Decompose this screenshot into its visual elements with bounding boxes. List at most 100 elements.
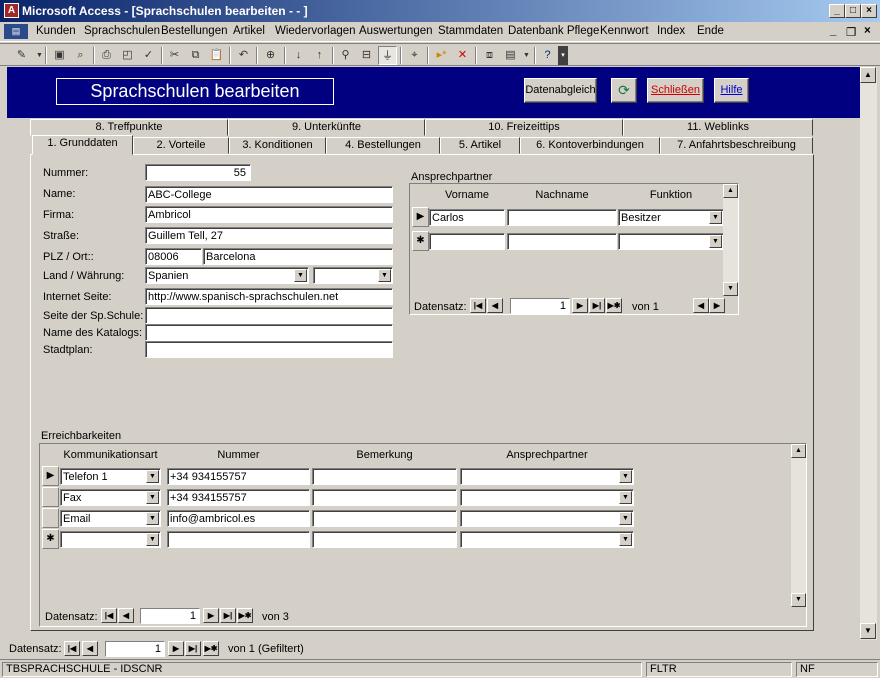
chevron-down-icon[interactable]: ▼ bbox=[378, 269, 391, 282]
tab-artikel[interactable]: 5. Artikel bbox=[440, 137, 520, 154]
first-record-icon[interactable]: |◀ bbox=[64, 641, 80, 656]
next-record-icon[interactable]: ▶ bbox=[572, 298, 588, 313]
hyperlink-icon[interactable]: ⊕ bbox=[261, 46, 280, 65]
menu-sprachschulen[interactable]: Sprachschulen bbox=[84, 25, 160, 37]
print-preview-icon[interactable]: ◰ bbox=[118, 46, 137, 65]
reach-new-bemerkung-field[interactable] bbox=[312, 531, 457, 548]
reach-partner-select[interactable]: ▼ bbox=[460, 468, 634, 485]
chevron-down-icon[interactable]: ▼ bbox=[146, 491, 159, 504]
contact-nachname-field[interactable] bbox=[507, 209, 617, 226]
reach-nummer-field[interactable]: +34 934155757 bbox=[167, 468, 310, 485]
spellcheck-icon[interactable]: ✓ bbox=[139, 46, 158, 65]
apply-filter-icon[interactable]: ⏚ bbox=[378, 46, 397, 65]
reach-art-select[interactable]: Email ▼ bbox=[60, 510, 161, 527]
tab-freizeittips[interactable]: 10. Freizeittips bbox=[425, 119, 623, 136]
last-record-icon[interactable]: ▶| bbox=[185, 641, 201, 656]
tab-vorteile[interactable]: 2. Vorteile bbox=[133, 137, 229, 154]
cut-icon[interactable]: ✂ bbox=[165, 46, 184, 65]
child-minimize-icon[interactable]: _ bbox=[830, 25, 836, 37]
reach-nummer-field[interactable]: +34 934155757 bbox=[167, 489, 310, 506]
reach-new-nummer-field[interactable] bbox=[167, 531, 310, 548]
plz-field[interactable]: 08006 bbox=[145, 248, 202, 265]
contact-new-nachname-field[interactable] bbox=[507, 233, 617, 250]
land-select[interactable]: Spanien ▼ bbox=[145, 267, 309, 284]
menu-kunden[interactable]: Kunden bbox=[36, 25, 76, 37]
chevron-down-icon[interactable]: ▼ bbox=[146, 533, 159, 546]
next-record-icon[interactable]: ▶ bbox=[168, 641, 184, 656]
waehrung-select[interactable]: ▼ bbox=[313, 267, 393, 284]
seite-field[interactable] bbox=[145, 307, 393, 324]
reach-partner-select[interactable]: ▼ bbox=[460, 489, 634, 506]
save-icon[interactable]: ▣ bbox=[50, 46, 69, 65]
prev-record-icon[interactable]: ◀ bbox=[82, 641, 98, 656]
chevron-down-icon[interactable]: ▼ bbox=[294, 269, 307, 282]
tab-weblinks[interactable]: 11. Weblinks bbox=[623, 119, 813, 136]
menu-kennwort[interactable]: Kennwort bbox=[600, 25, 649, 37]
tab-anfahrtsbeschreibung[interactable]: 7. Anfahrtsbeschreibung bbox=[660, 137, 813, 154]
new-record-marker-icon[interactable]: ✱ bbox=[412, 231, 429, 251]
sync-refresh-icon[interactable]: ⟳ bbox=[611, 78, 637, 103]
menu-wiedervorlagen[interactable]: Wiedervorlagen bbox=[275, 25, 356, 37]
form-vertical-scrollbar[interactable]: ▲ ▼ bbox=[860, 67, 877, 640]
help-icon[interactable]: ? bbox=[538, 46, 557, 65]
reach-partner-select[interactable]: ▼ bbox=[460, 510, 634, 527]
new-record-nav-icon[interactable]: ▶✱ bbox=[203, 641, 219, 656]
tab-unterkuenfte[interactable]: 9. Unterkünfte bbox=[228, 119, 425, 136]
new-record-marker-icon[interactable]: ✱ bbox=[42, 529, 59, 549]
chevron-down-icon[interactable]: ▼ bbox=[146, 512, 159, 525]
next-record-icon[interactable]: ▶ bbox=[203, 608, 219, 623]
katalog-field[interactable] bbox=[145, 324, 393, 341]
schliessen-button[interactable]: Schließen bbox=[647, 78, 704, 103]
scroll-left-icon[interactable]: ◀ bbox=[693, 298, 709, 313]
undo-icon[interactable]: ↶ bbox=[234, 46, 253, 65]
menu-stammdaten[interactable]: Stammdaten bbox=[438, 25, 503, 37]
last-record-icon[interactable]: ▶| bbox=[589, 298, 605, 313]
sort-descending-icon[interactable]: ↑ bbox=[310, 46, 329, 65]
tab-treffpunkte[interactable]: 8. Treffpunkte bbox=[30, 119, 228, 136]
new-record-icon[interactable]: ▸* bbox=[432, 46, 451, 65]
name-field[interactable]: ABC-College bbox=[145, 186, 393, 203]
datenabgleich-button[interactable]: Datenabgleich bbox=[524, 78, 597, 103]
reach-record-number[interactable]: 1 bbox=[140, 608, 200, 624]
filter-by-selection-icon[interactable]: ⚲ bbox=[336, 46, 355, 65]
chevron-down-icon[interactable]: ▼ bbox=[619, 533, 632, 546]
sort-ascending-icon[interactable]: ↓ bbox=[289, 46, 308, 65]
contact-funktion-select[interactable]: Besitzer ▼ bbox=[618, 209, 724, 226]
scroll-right-icon[interactable]: ▶ bbox=[709, 298, 725, 313]
access-app-icon[interactable]: A bbox=[4, 3, 19, 18]
record-selector[interactable] bbox=[42, 508, 59, 528]
stadtplan-field[interactable] bbox=[145, 341, 393, 358]
reach-nummer-field[interactable]: info@ambricol.es bbox=[167, 510, 310, 527]
maximize-button[interactable]: □ bbox=[845, 4, 861, 18]
reach-new-partner-select[interactable]: ▼ bbox=[460, 531, 634, 548]
reach-bemerkung-field[interactable] bbox=[312, 468, 457, 485]
toolbar-options-icon[interactable]: ▾ bbox=[558, 46, 568, 65]
child-restore-icon[interactable]: ❐ bbox=[846, 25, 856, 39]
firma-field[interactable]: Ambricol bbox=[145, 206, 393, 223]
scroll-down-icon[interactable]: ▼ bbox=[791, 593, 806, 607]
current-record-icon[interactable]: ▶ bbox=[412, 207, 429, 227]
delete-record-icon[interactable]: ✕ bbox=[453, 46, 472, 65]
chevron-down-icon[interactable]: ▼ bbox=[619, 491, 632, 504]
child-close-icon[interactable]: × bbox=[864, 25, 871, 37]
prev-record-icon[interactable]: ◀ bbox=[118, 608, 134, 623]
scroll-down-icon[interactable]: ▼ bbox=[860, 623, 876, 639]
contacts-vscroll[interactable]: ▲ ▼ bbox=[723, 184, 738, 296]
contacts-record-number[interactable]: 1 bbox=[510, 298, 570, 314]
chevron-down-icon[interactable]: ▼ bbox=[619, 512, 632, 525]
menu-bestellungen[interactable]: Bestellungen bbox=[161, 25, 228, 37]
find-icon[interactable]: ⌖ bbox=[405, 46, 424, 65]
last-record-icon[interactable]: ▶| bbox=[220, 608, 236, 623]
tab-konditionen[interactable]: 3. Konditionen bbox=[229, 137, 326, 154]
first-record-icon[interactable]: |◀ bbox=[470, 298, 486, 313]
chevron-down-icon[interactable]: ▼ bbox=[619, 470, 632, 483]
first-record-icon[interactable]: |◀ bbox=[101, 608, 117, 623]
tab-kontoverbindungen[interactable]: 6. Kontoverbindungen bbox=[520, 137, 660, 154]
reach-art-select[interactable]: Fax ▼ bbox=[60, 489, 161, 506]
main-record-number[interactable]: 1 bbox=[105, 641, 165, 657]
menu-artikel[interactable]: Artikel bbox=[233, 25, 265, 37]
view-icon[interactable]: ✎ bbox=[12, 46, 31, 65]
reach-bemerkung-field[interactable] bbox=[312, 510, 457, 527]
current-record-icon[interactable]: ▶ bbox=[42, 466, 59, 486]
menu-ende[interactable]: Ende bbox=[697, 25, 724, 37]
